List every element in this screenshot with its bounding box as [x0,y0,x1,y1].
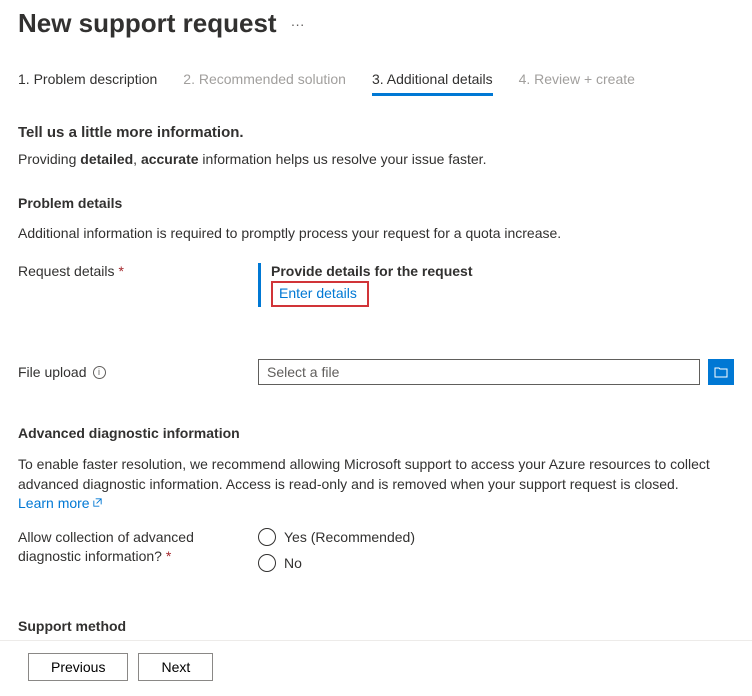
problem-details-description: Additional information is required to pr… [18,225,734,241]
allow-diagnostic-label: Allow collection of advanced diagnostic … [18,528,258,567]
radio-no-label: No [284,555,302,571]
required-indicator: * [119,263,124,279]
enter-details-link[interactable]: Enter details [279,285,357,301]
file-upload-label: File upload [18,364,87,380]
radio-yes-label: Yes (Recommended) [284,529,415,545]
radio-yes[interactable]: Yes (Recommended) [258,528,415,546]
more-actions-icon[interactable]: ··· [291,16,305,32]
page-title: New support request [18,8,277,39]
info-icon[interactable]: i [93,366,106,379]
wizard-tabs: 1. Problem description 2. Recommended so… [18,71,734,96]
request-details-box: Provide details for the request Enter de… [258,263,734,307]
support-method-heading: Support method [18,618,734,634]
radio-icon [258,528,276,546]
radio-icon [258,554,276,572]
tab-review-create: 4. Review + create [519,71,635,96]
radio-no[interactable]: No [258,554,415,572]
provide-details-title: Provide details for the request [271,263,734,279]
next-button[interactable]: Next [138,653,213,681]
required-indicator: * [166,548,171,564]
request-details-label: Request details * [18,263,258,279]
folder-icon [714,366,728,378]
advanced-heading: Advanced diagnostic information [18,425,734,441]
learn-more-link[interactable]: Learn more [18,495,103,511]
previous-button[interactable]: Previous [28,653,128,681]
advanced-description: To enable faster resolution, we recommen… [18,455,734,514]
external-link-icon [92,494,103,514]
tab-additional-details[interactable]: 3. Additional details [372,71,493,96]
intro-heading: Tell us a little more information. [18,124,734,141]
file-select-input[interactable]: Select a file [258,359,700,385]
intro-text: Providing detailed, accurate information… [18,151,734,167]
tab-recommended-solution: 2. Recommended solution [183,71,346,96]
enter-details-highlight: Enter details [271,281,369,307]
tab-problem-description[interactable]: 1. Problem description [18,71,157,96]
file-browse-button[interactable] [708,359,734,385]
problem-details-heading: Problem details [18,195,734,211]
